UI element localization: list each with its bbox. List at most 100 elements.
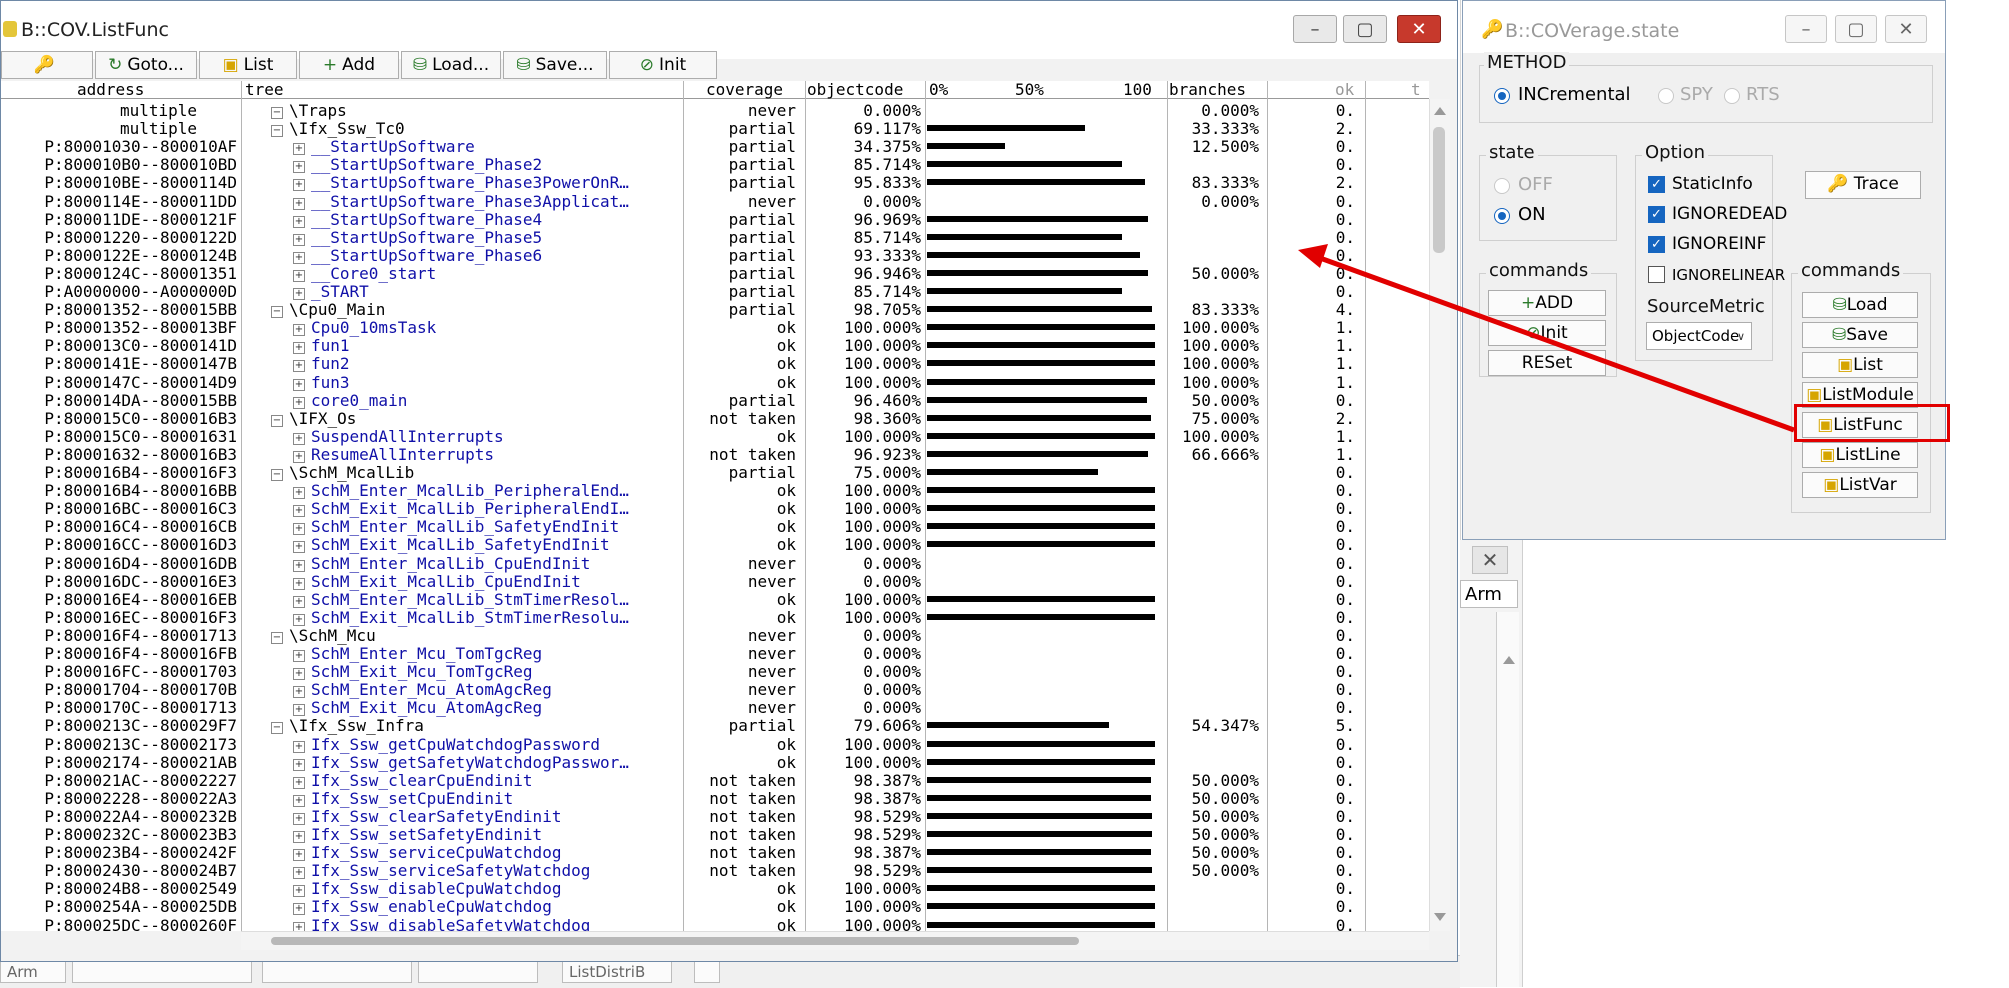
vertical-scrollbar[interactable] bbox=[1496, 612, 1519, 987]
table-row[interactable]: P:8000232C--800023B3 + Ifx_Ssw_setSafetyEn… bbox=[1, 826, 1429, 844]
expand-icon[interactable]: + bbox=[293, 179, 305, 192]
horizontal-scrollbar[interactable] bbox=[241, 931, 1429, 950]
checkbox[interactable]: ✓ bbox=[1648, 236, 1665, 253]
expand-icon[interactable]: + bbox=[293, 487, 305, 500]
tree-cell[interactable]: + SchM_Enter_Mcu_TomTgcReg bbox=[293, 645, 733, 663]
tree-cell[interactable]: + Ifx_Ssw_disableSafetyWatchdog bbox=[293, 917, 733, 931]
table-row[interactable]: P:8000124C--80001351 + __Core0_start partia… bbox=[1, 264, 1429, 283]
arm-field[interactable]: Arm bbox=[1460, 580, 1518, 608]
column-t[interactable]: t bbox=[1411, 81, 1421, 98]
expand-icon[interactable]: + bbox=[293, 921, 305, 931]
table-row[interactable]: P:80001220--8000122D + __StartUpSoftware_P… bbox=[1, 228, 1429, 247]
close-icon[interactable]: ✕ bbox=[1885, 15, 1927, 43]
tree-cell[interactable]: + SchM_Enter_McalLib_PeripheralEnd… bbox=[293, 482, 733, 500]
expand-icon[interactable]: + bbox=[293, 650, 305, 662]
source-metric-select[interactable]: ObjectCode ∨ bbox=[1646, 322, 1752, 350]
tree-cell[interactable]: − \SchM_Mcu bbox=[271, 627, 711, 645]
checkbox[interactable]: ✓ bbox=[1648, 176, 1665, 193]
collapse-icon[interactable]: − bbox=[271, 107, 283, 119]
collapse-icon[interactable]: − bbox=[271, 125, 283, 138]
load-button[interactable]: ⛁ Load... bbox=[401, 51, 501, 79]
tree-cell[interactable]: + Ifx_Ssw_serviceSafetyWatchdog bbox=[293, 862, 733, 880]
expand-icon[interactable]: + bbox=[293, 559, 305, 572]
title-bar[interactable]: 🔑 B::COVerage.state – ▢ ✕ bbox=[1463, 1, 1945, 53]
save-button[interactable]: ⛁ Save... bbox=[503, 51, 607, 79]
bottom-field[interactable] bbox=[418, 959, 538, 983]
bottom-field[interactable] bbox=[694, 959, 720, 983]
tree-cell[interactable]: + fun1 bbox=[293, 337, 733, 355]
bottom-arm-field[interactable]: Arm bbox=[0, 959, 66, 983]
table-row[interactable]: P:800016FC--80001703 + SchM_Exit_Mcu_TomTg… bbox=[1, 663, 1429, 681]
listline-button[interactable]: ▣ListLine bbox=[1802, 442, 1918, 468]
expand-icon[interactable]: + bbox=[293, 613, 305, 626]
table-row[interactable]: P:80001030--800010AF + __StartUpSoftware pa… bbox=[1, 138, 1429, 156]
expand-icon[interactable]: + bbox=[293, 233, 305, 246]
table-row[interactable]: P:80001352--800013BF + Cpu0_10msTask ok 100.… bbox=[1, 319, 1429, 337]
expand-icon[interactable]: + bbox=[293, 794, 305, 807]
table-row[interactable]: P:A0000000--A000000D + _START partial 85.714… bbox=[1, 283, 1429, 301]
listvar-button[interactable]: ▣ListVar bbox=[1802, 472, 1918, 498]
expand-icon[interactable]: + bbox=[293, 396, 305, 409]
column-tree[interactable]: tree bbox=[245, 81, 284, 98]
table-row[interactable]: P:80002430--800024B7 + Ifx_Ssw_serviceSafe… bbox=[1, 862, 1429, 880]
list-button[interactable]: ▣List bbox=[1802, 352, 1918, 378]
expand-icon[interactable]: + bbox=[293, 595, 305, 608]
column-address[interactable]: address bbox=[77, 81, 144, 98]
expand-icon[interactable]: + bbox=[293, 831, 305, 843]
radio-incremental[interactable] bbox=[1494, 88, 1510, 104]
tree-cell[interactable]: + Ifx_Ssw_disableCpuWatchdog bbox=[293, 880, 733, 898]
expand-icon[interactable]: + bbox=[293, 378, 305, 391]
tree-cell[interactable]: + Cpu0_10msTask bbox=[293, 319, 733, 337]
table-row[interactable]: P:80001632--800016B3 + ResumeAllInterrupts… bbox=[1, 445, 1429, 464]
table-row[interactable]: P:8000170C--80001713 + SchM_Exit_Mcu_AtomA… bbox=[1, 699, 1429, 717]
collapse-icon[interactable]: − bbox=[271, 414, 283, 427]
tree-cell[interactable]: + __StartUpSoftware bbox=[293, 138, 733, 156]
expand-icon[interactable]: + bbox=[293, 324, 305, 337]
tree-cell[interactable]: + fun2 bbox=[293, 355, 733, 373]
vertical-scrollbar[interactable] bbox=[1429, 99, 1450, 931]
expand-icon[interactable]: + bbox=[293, 704, 305, 717]
table-row[interactable]: P:8000141E--8000147B + fun2 ok 100.000% 100.0… bbox=[1, 355, 1429, 373]
setup-button[interactable]: 🔑Setup... bbox=[1, 51, 93, 101]
table-row[interactable]: P:8000213C--800029F7 − \Ifx_Ssw_Infra parti… bbox=[1, 717, 1429, 735]
table-row[interactable]: multiple − \Traps never 0.000% 0.000% 0. bbox=[1, 102, 1429, 120]
tree-cell[interactable]: + SchM_Exit_McalLib_StmTimerResolu… bbox=[293, 609, 733, 627]
tree-cell[interactable]: + _START bbox=[293, 283, 733, 301]
tree-cell[interactable]: + SchM_Exit_Mcu_AtomAgcReg bbox=[293, 699, 733, 717]
minimize-icon[interactable]: – bbox=[1785, 15, 1827, 43]
radio-spy[interactable] bbox=[1658, 88, 1674, 104]
expand-icon[interactable]: + bbox=[293, 885, 305, 898]
expand-icon[interactable]: + bbox=[293, 903, 305, 916]
table-row[interactable]: P:800016BC--800016C3 + SchM_Exit_McalLib_P… bbox=[1, 500, 1429, 518]
tree-cell[interactable]: + __Core0_start bbox=[293, 265, 733, 283]
scroll-up-icon[interactable] bbox=[1434, 107, 1446, 115]
close-icon[interactable]: ✕ bbox=[1472, 546, 1508, 574]
tree-cell[interactable]: + SchM_Enter_McalLib_CpuEndInit bbox=[293, 555, 733, 573]
scroll-thumb[interactable] bbox=[1433, 127, 1445, 253]
tree-cell[interactable]: + ResumeAllInterrupts bbox=[293, 446, 733, 464]
expand-icon[interactable]: + bbox=[293, 342, 305, 355]
expand-icon[interactable]: + bbox=[293, 251, 305, 264]
expand-icon[interactable]: + bbox=[293, 867, 305, 880]
table-row[interactable]: P:800015C0--800016B3− \IFX_Os not taken 98.… bbox=[1, 409, 1429, 428]
collapse-icon[interactable]: − bbox=[271, 631, 283, 644]
table-row[interactable]: P:8000213C--80002173 + Ifx_Ssw_getCpuWatch… bbox=[1, 735, 1429, 754]
expand-icon[interactable]: + bbox=[293, 541, 305, 554]
init-button[interactable]: ⊘Init bbox=[1488, 320, 1606, 346]
load-button[interactable]: ⛁Load bbox=[1802, 292, 1918, 318]
expand-icon[interactable]: + bbox=[293, 523, 305, 536]
table-row[interactable]: P:800016C4--800016CB + SchM_Enter_McalLib_… bbox=[1, 518, 1429, 536]
table-row[interactable]: multiple − \Ifx_Ssw_Tc0 partial 69.117% 33.33… bbox=[1, 120, 1429, 138]
tree-cell[interactable]: + SuspendAllInterrupts bbox=[293, 428, 733, 446]
tree-cell[interactable]: + Ifx_Ssw_enableCpuWatchdog bbox=[293, 898, 733, 916]
table-row[interactable]: P:800024B8--80002549 + Ifx_Ssw_disableCpuW… bbox=[1, 880, 1429, 898]
collapse-icon[interactable]: − bbox=[271, 722, 283, 735]
minimize-icon[interactable]: – bbox=[1293, 15, 1337, 43]
tree-cell[interactable]: + __StartUpSoftware_Phase4 bbox=[293, 211, 733, 229]
table-row[interactable]: P:80002174--800021AB + Ifx_Ssw_getSafetyWa… bbox=[1, 753, 1429, 772]
table-row[interactable]: P:800016F4--800016FB + SchM_Enter_Mcu_TomT… bbox=[1, 645, 1429, 663]
expand-icon[interactable]: + bbox=[293, 143, 305, 156]
add-button[interactable]: +ADD bbox=[1488, 290, 1606, 316]
expand-icon[interactable]: + bbox=[293, 215, 305, 228]
tree-cell[interactable]: + SchM_Enter_McalLib_StmTimerResol… bbox=[293, 591, 733, 609]
